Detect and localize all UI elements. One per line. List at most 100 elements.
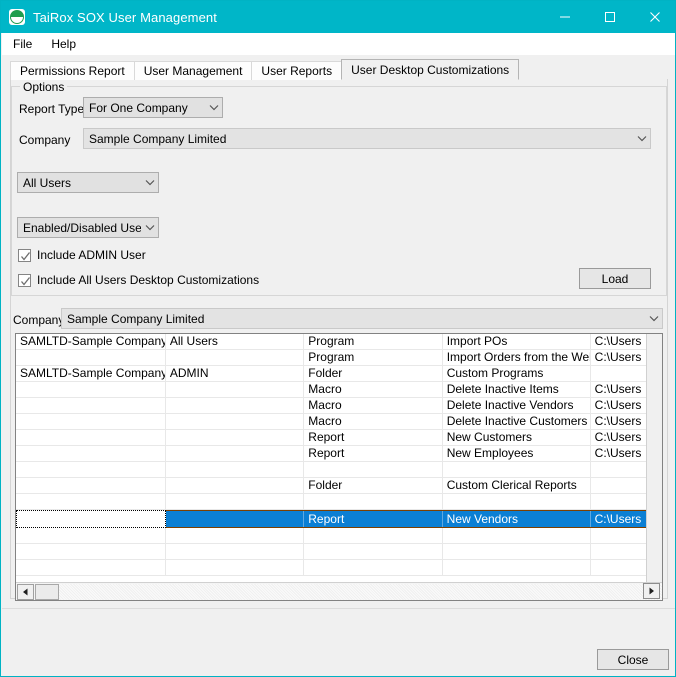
table-cell-company [16,350,166,365]
table-row[interactable]: SAMLTD-Sample Company LimiAll UsersProgr… [16,334,648,350]
grid-body: SAMLTD-Sample Company LimiAll UsersProgr… [16,334,648,582]
table-cell-type [304,494,443,509]
table-cell-path: C:\Users [594,430,642,444]
table-cell-type: Macro [304,414,443,429]
table-row[interactable]: SAMLTD-Sample Company LimiADMINFolderCus… [16,366,648,382]
table-row[interactable]: Macro Delete Inactive Customers C:\Users [16,414,648,430]
menu-item-file[interactable]: File [5,35,40,53]
table-cell-user [166,494,305,509]
users-filter-dropdown[interactable]: All Users [17,172,159,193]
tab-strip: Permissions Report User Management User … [10,59,668,80]
table-row[interactable] [16,494,648,510]
table-cell-type [304,560,443,575]
table-cell-company [16,510,166,528]
company-selector-value: Sample Company Limited [67,311,205,326]
table-cell-company [16,398,166,413]
grid-horizontal-scrollbar[interactable] [16,582,662,600]
table-cell-name [443,544,591,559]
table-row[interactable]: Macro Delete Inactive Items C:\Users [16,382,648,398]
scroll-right-arrow-icon[interactable] [643,583,660,599]
load-button[interactable]: Load [579,268,651,289]
include-all-users-customizations-label: Include All Users Desktop Customizations [37,273,260,287]
table-cell-name [443,462,591,477]
table-row[interactable]: Report New Vendors C:\Users [16,510,648,528]
grid-vertical-scrollbar[interactable] [646,334,662,582]
table-cell-user [166,560,305,575]
include-all-users-customizations-checkbox[interactable]: Include All Users Desktop Customizations [18,273,259,287]
tab-permissions-report[interactable]: Permissions Report [10,61,135,80]
table-cell-user [166,398,305,413]
table-cell-path: C:\Users [594,350,642,364]
table-cell-type [304,528,443,543]
table-cell-type [304,544,443,559]
table-cell-user [166,462,305,477]
table-cell-type: Folder [304,366,443,381]
table-cell-type: Macro [304,398,443,413]
table-cell-user: All Users [166,334,305,349]
table-cell-name: New Customers [443,430,591,445]
table-row[interactable]: Folder Custom Clerical Reports [16,478,648,494]
table-cell-company [16,382,166,397]
company-selector-dropdown[interactable]: Sample Company Limited [61,308,663,329]
table-cell-company [16,446,166,461]
maximize-icon[interactable] [587,1,632,33]
table-cell-path [591,478,648,493]
table-cell-name: Custom Clerical Reports [443,478,591,493]
check-icon [21,276,31,286]
report-type-dropdown[interactable]: For One Company [83,97,223,118]
check-icon [21,251,31,261]
table-row[interactable] [16,462,648,478]
menu-item-help[interactable]: Help [43,35,84,53]
minimize-icon[interactable] [542,1,587,33]
close-button[interactable]: Close [597,649,669,670]
tab-user-desktop-customizations[interactable]: User Desktop Customizations [341,59,520,80]
table-cell-name: Delete Inactive Items [443,382,591,397]
customizations-grid[interactable]: SAMLTD-Sample Company LimiAll UsersProgr… [15,333,663,601]
table-cell-path: C:\Users [594,334,642,348]
tab-user-reports[interactable]: User Reports [251,61,343,80]
table-row[interactable]: Report New Customers C:\Users [16,430,648,446]
checkbox-box [18,273,31,287]
table-cell-name [443,528,591,543]
table-row[interactable] [16,528,648,544]
chevron-down-icon [141,224,158,231]
table-cell-path [591,560,648,575]
table-cell-user [166,544,305,559]
chevron-down-icon [645,315,662,322]
table-row[interactable]: Report New Employees C:\Users [16,446,648,462]
table-cell-name: Import Orders from the Web [443,350,591,365]
report-type-label: Report Type [19,102,85,116]
users-filter-value: All Users [23,175,72,190]
table-cell-type [304,462,443,477]
table-row[interactable] [16,544,648,560]
table-cell-path [591,494,648,509]
table-row[interactable] [16,560,648,576]
scroll-thumb[interactable] [35,583,59,600]
window-controls [542,1,675,33]
close-icon[interactable] [632,1,675,33]
scroll-left-arrow-icon[interactable] [17,583,34,600]
status-filter-dropdown[interactable]: Enabled/Disabled Users [17,217,159,238]
table-row[interactable]: Macro Delete Inactive Vendors C:\Users [16,398,648,414]
table-cell-user [166,528,305,543]
chevron-down-icon [141,179,158,186]
table-cell-user [166,511,305,527]
company-value: Sample Company Limited [89,131,227,146]
table-cell-company [16,560,166,575]
table-cell-user [166,414,305,429]
tab-user-management[interactable]: User Management [133,61,253,80]
tairox-logo-icon [9,9,25,25]
table-cell-company [16,478,166,493]
application-window: TaiRox SOX User Management File Help Per… [0,0,676,677]
table-cell-path [591,366,648,381]
company-label: Company [19,133,71,147]
table-row[interactable]: Program Import Orders from the Web C:\User… [16,350,648,366]
table-cell-type: Report [304,511,443,527]
table-cell-name: New Vendors [443,511,591,527]
company-dropdown[interactable]: Sample Company Limited [83,128,651,149]
table-cell-user [166,382,305,397]
scroll-track[interactable] [59,583,662,600]
include-admin-user-checkbox[interactable]: Include ADMIN User [18,248,146,262]
menu-bar: File Help [2,33,675,55]
table-cell-type: Folder [304,478,443,493]
